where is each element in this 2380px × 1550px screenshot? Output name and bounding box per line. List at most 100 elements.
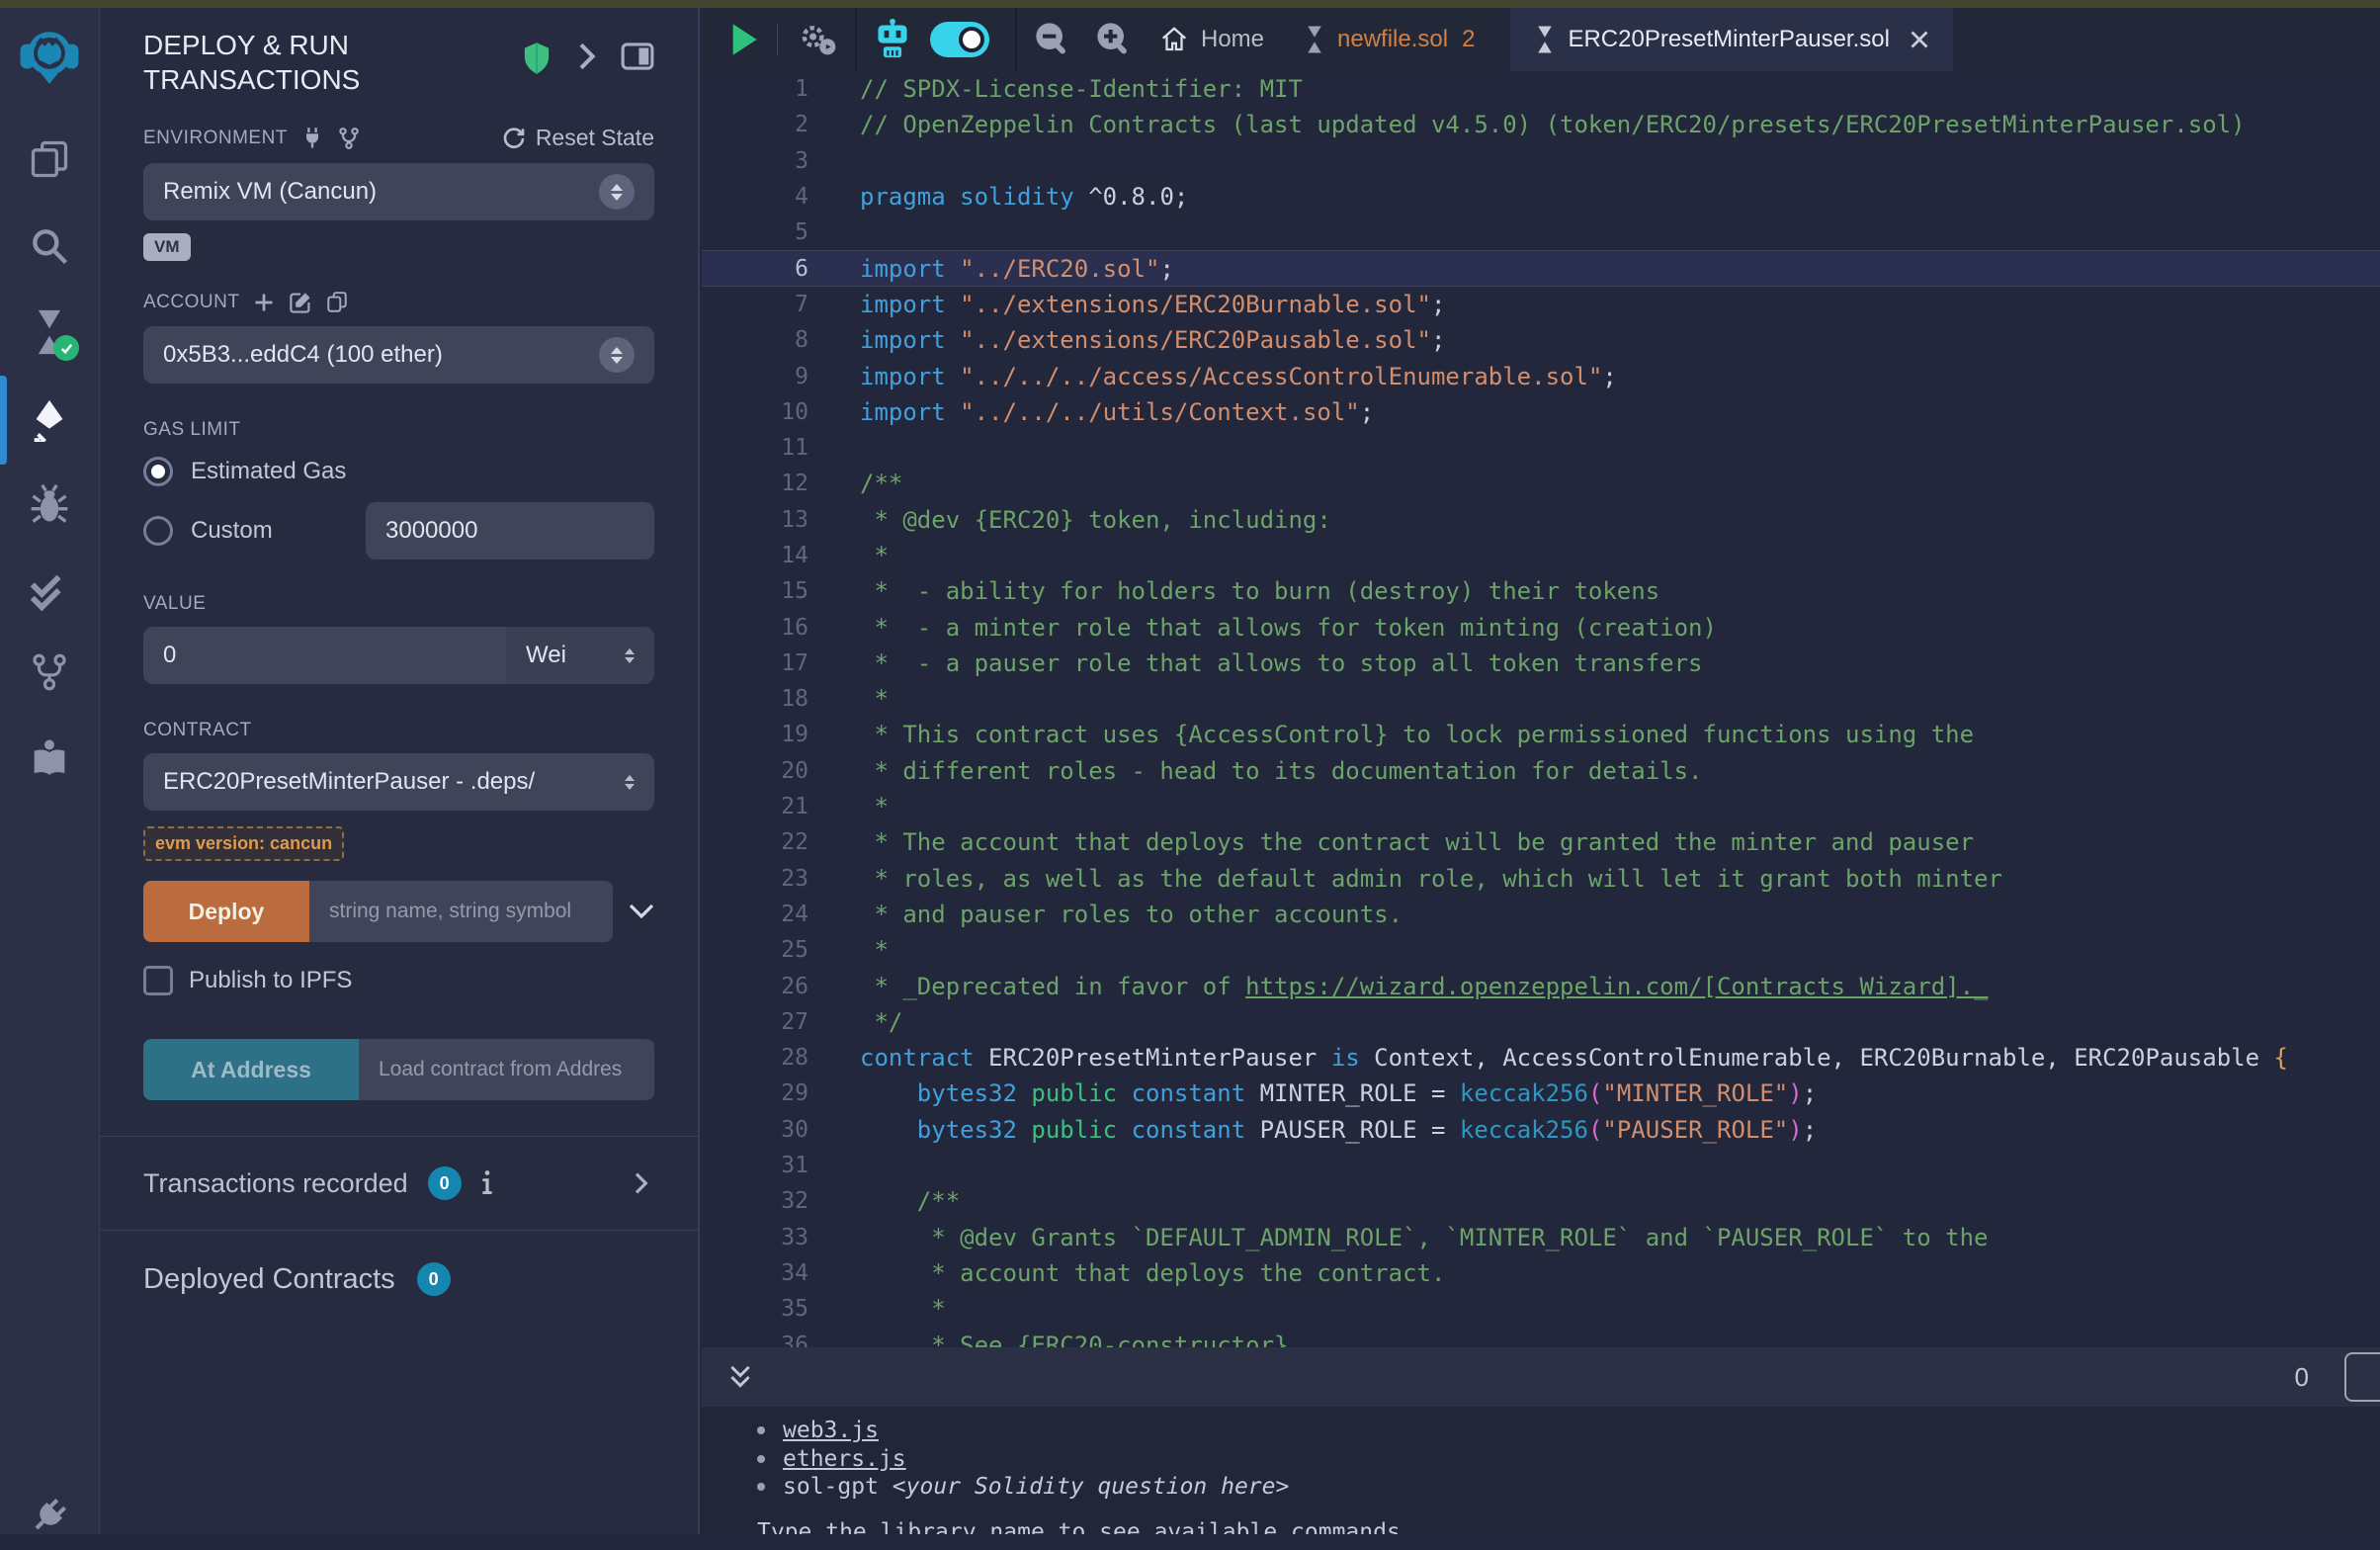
- contract-select[interactable]: ERC20PresetMinterPauser - .deps/: [143, 753, 654, 811]
- transactions-recorded-row[interactable]: Transactions recorded 0: [143, 1137, 654, 1230]
- collapse-terminal-icon[interactable]: [727, 1362, 753, 1392]
- edit-account-icon[interactable]: [289, 291, 312, 314]
- ai-copilot-toggle[interactable]: [930, 22, 989, 57]
- line-number[interactable]: 25: [702, 937, 808, 963]
- line-number[interactable]: 12: [702, 471, 808, 496]
- line-number[interactable]: 7: [702, 292, 808, 317]
- code-line[interactable]: 24 * and pauser roles to other accounts.: [702, 897, 2380, 932]
- code-line[interactable]: 31: [702, 1148, 2380, 1183]
- line-number[interactable]: 36: [702, 1333, 808, 1347]
- line-number[interactable]: 5: [702, 219, 808, 245]
- code-line[interactable]: 22 * The account that deploys the contra…: [702, 824, 2380, 860]
- git-icon[interactable]: [0, 638, 99, 707]
- code-line[interactable]: 2// OpenZeppelin Contracts (last updated…: [702, 107, 2380, 142]
- line-number[interactable]: 32: [702, 1188, 808, 1214]
- code-line[interactable]: 21 *: [702, 789, 2380, 824]
- code-line[interactable]: 19 * This contract uses {AccessControl} …: [702, 717, 2380, 752]
- line-number[interactable]: 22: [702, 829, 808, 855]
- zoom-out-icon[interactable]: [1033, 20, 1072, 59]
- custom-gas-input[interactable]: 3000000: [366, 502, 654, 560]
- line-number[interactable]: 33: [702, 1225, 808, 1250]
- line-number[interactable]: 29: [702, 1080, 808, 1106]
- tab-home[interactable]: Home: [1159, 25, 1264, 54]
- copy-account-icon[interactable]: [326, 291, 348, 314]
- deploy-run-icon[interactable]: [0, 385, 99, 454]
- terminal-library-link[interactable]: ethers.js: [783, 1446, 906, 1472]
- publish-ipfs-checkbox[interactable]: [143, 966, 173, 995]
- code-line[interactable]: 1// SPDX-License-Identifier: MIT: [702, 71, 2380, 107]
- code-line[interactable]: 17 * - a pauser role that allows to stop…: [702, 646, 2380, 681]
- line-number[interactable]: 17: [702, 650, 808, 676]
- code-line[interactable]: 13 * @dev {ERC20} token, including:: [702, 502, 2380, 538]
- plugin-manager-icon[interactable]: [0, 1481, 99, 1550]
- code-line[interactable]: 35 *: [702, 1291, 2380, 1327]
- code-line[interactable]: 6import "../ERC20.sol";: [702, 250, 2380, 286]
- code-line[interactable]: 18 *: [702, 681, 2380, 717]
- fork-environment-icon[interactable]: [337, 127, 361, 150]
- line-number[interactable]: 15: [702, 578, 808, 604]
- line-number[interactable]: 28: [702, 1045, 808, 1071]
- close-tab-icon[interactable]: [1910, 30, 1929, 49]
- terminal-output[interactable]: web3.jsethers.js sol-gpt <your Solidity …: [702, 1407, 2380, 1534]
- line-number[interactable]: 21: [702, 794, 808, 819]
- info-icon[interactable]: [481, 1169, 493, 1197]
- code-line[interactable]: 27 */: [702, 1004, 2380, 1040]
- code-line[interactable]: 12/**: [702, 466, 2380, 501]
- code-line[interactable]: 9import "../../../access/AccessControlEn…: [702, 358, 2380, 393]
- code-line[interactable]: 7import "../extensions/ERC20Burnable.sol…: [702, 287, 2380, 322]
- code-line[interactable]: 30 bytes32 public constant PAUSER_ROLE =…: [702, 1112, 2380, 1148]
- constructor-args-input[interactable]: string name, string symbol: [309, 881, 613, 942]
- line-number[interactable]: 35: [702, 1296, 808, 1322]
- compile-settings-icon[interactable]: [796, 20, 839, 59]
- code-line[interactable]: 25 *: [702, 932, 2380, 968]
- line-number[interactable]: 18: [702, 686, 808, 712]
- code-line[interactable]: 15 * - ability for holders to burn (dest…: [702, 573, 2380, 609]
- zoom-in-icon[interactable]: [1094, 20, 1134, 59]
- code-line[interactable]: 26 * _Deprecated in favor of https://wiz…: [702, 968, 2380, 1003]
- line-number[interactable]: 24: [702, 902, 808, 927]
- remix-logo-icon[interactable]: [0, 22, 99, 91]
- line-number[interactable]: 16: [702, 615, 808, 641]
- line-number[interactable]: 20: [702, 758, 808, 784]
- at-address-input[interactable]: Load contract from Addres: [359, 1039, 654, 1100]
- at-address-button[interactable]: At Address: [143, 1039, 359, 1100]
- ai-copilot-robot-icon[interactable]: [873, 18, 912, 61]
- reset-state-button[interactable]: Reset State: [502, 125, 654, 151]
- code-line[interactable]: 34 * account that deploys the contract.: [702, 1255, 2380, 1291]
- line-number[interactable]: 3: [702, 148, 808, 174]
- code-line[interactable]: 23 * roles, as well as the default admin…: [702, 861, 2380, 897]
- line-number[interactable]: 1: [702, 76, 808, 102]
- debugger-icon[interactable]: [0, 471, 99, 540]
- code-line[interactable]: 29 bytes32 public constant MINTER_ROLE =…: [702, 1076, 2380, 1111]
- code-line[interactable]: 36 * See {ERC20-constructor}.: [702, 1327, 2380, 1347]
- line-number[interactable]: 30: [702, 1117, 808, 1143]
- code-line[interactable]: 28contract ERC20PresetMinterPauser is Co…: [702, 1040, 2380, 1076]
- unit-testing-icon[interactable]: [0, 558, 99, 627]
- custom-gas-radio[interactable]: [143, 516, 173, 546]
- deploy-button[interactable]: Deploy: [143, 881, 309, 942]
- line-number[interactable]: 23: [702, 866, 808, 892]
- line-number[interactable]: 19: [702, 722, 808, 747]
- learneth-icon[interactable]: [0, 722, 99, 791]
- pin-panel-icon[interactable]: [621, 42, 654, 71]
- chevron-right-icon[interactable]: [575, 42, 597, 71]
- value-input[interactable]: 0: [143, 627, 506, 684]
- solidity-compiler-icon[interactable]: [0, 298, 99, 367]
- line-number[interactable]: 11: [702, 435, 808, 461]
- code-line[interactable]: 33 * @dev Grants `DEFAULT_ADMIN_ROLE`, `…: [702, 1220, 2380, 1255]
- file-explorer-icon[interactable]: [0, 125, 99, 194]
- tab-erc20-preset-minter-pauser[interactable]: ERC20PresetMinterPauser.sol: [1510, 8, 1952, 71]
- code-line[interactable]: 3: [702, 143, 2380, 179]
- code-line[interactable]: 10import "../../../utils/Context.sol";: [702, 394, 2380, 430]
- line-number[interactable]: 13: [702, 507, 808, 533]
- expand-transactions-icon[interactable]: [633, 1170, 648, 1196]
- line-number[interactable]: 31: [702, 1153, 808, 1178]
- run-script-icon[interactable]: [729, 23, 759, 56]
- line-number[interactable]: 8: [702, 327, 808, 353]
- line-number[interactable]: 6: [702, 256, 808, 282]
- estimated-gas-radio[interactable]: [143, 457, 173, 486]
- environment-select[interactable]: Remix VM (Cancun): [143, 163, 654, 220]
- code-line[interactable]: 4pragma solidity ^0.8.0;: [702, 179, 2380, 215]
- expand-constructor-icon[interactable]: [629, 904, 654, 919]
- code-line[interactable]: 14 *: [702, 538, 2380, 573]
